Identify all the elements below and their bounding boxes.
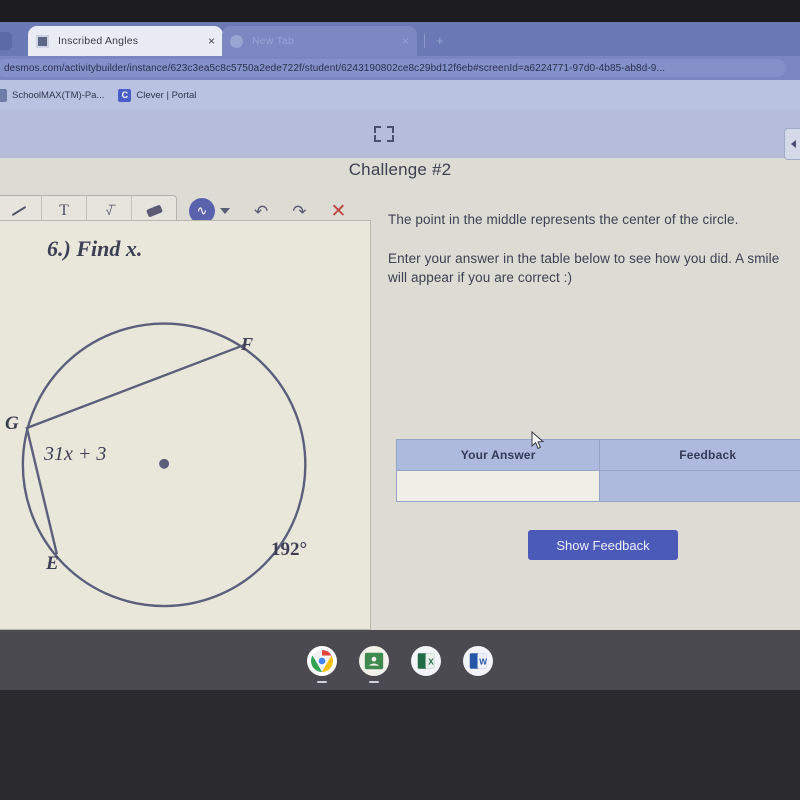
- table-row: [395, 470, 800, 502]
- tab-strip: Inscribed Angles × New Tab × +: [0, 22, 800, 56]
- bookmark-label: Clever | Portal: [136, 89, 197, 101]
- pen-icon: [11, 205, 27, 217]
- desmos-favicon-icon: [36, 34, 49, 48]
- instruction-paragraph-2: Enter your answer in the table below to …: [388, 251, 780, 286]
- eraser-icon: [145, 204, 163, 218]
- math-tool-label: √̅: [105, 204, 113, 218]
- arc-measure-label: 192°: [271, 539, 308, 560]
- browser-chrome: Inscribed Angles × New Tab × + desmos.co…: [0, 22, 800, 110]
- newtab-favicon-icon: [230, 34, 243, 48]
- running-indicator: [369, 681, 379, 683]
- figure-prompt: 6.) Find x.: [47, 236, 143, 261]
- tab-title: Inscribed Angles: [58, 35, 139, 47]
- instructions-panel: The point in the middle represents the c…: [388, 210, 800, 287]
- activity-top-bar: [0, 110, 800, 160]
- answer-input-cell[interactable]: [395, 470, 601, 502]
- point-label-E: E: [46, 553, 59, 574]
- tab-inscribed-angles[interactable]: Inscribed Angles ×: [28, 26, 223, 56]
- page-title: Challenge #2: [348, 160, 452, 179]
- word-icon[interactable]: W: [463, 646, 493, 676]
- chevron-left-icon: [790, 140, 796, 148]
- photo-of-screen: Inscribed Angles × New Tab × + desmos.co…: [0, 0, 800, 800]
- classroom-glyph: [364, 652, 384, 670]
- chromeos-shelf: X W: [0, 630, 800, 692]
- excel-icon[interactable]: X: [411, 646, 441, 676]
- text-tool-label: T: [59, 202, 69, 219]
- word-glyph: W: [469, 653, 487, 669]
- tab-close-icon[interactable]: ×: [402, 35, 409, 47]
- photo-bezel-bottom: [0, 690, 800, 800]
- point-label-F: F: [241, 334, 254, 354]
- point-label-G: G: [5, 413, 19, 434]
- angle-expression-label: 31x + 3: [44, 443, 107, 465]
- bookmark-label: SchoolMAX(TM)-Pa...: [12, 89, 105, 101]
- table-header-row: Your Answer Feedback: [395, 439, 800, 471]
- running-indicator: [317, 681, 327, 683]
- bookmark-clever[interactable]: C Clever | Portal: [118, 88, 197, 102]
- excel-glyph: X: [417, 653, 435, 669]
- chevron-down-icon[interactable]: [220, 208, 230, 214]
- bookmark-schoolmax[interactable]: SchoolMAX(TM)-Pa...: [0, 88, 105, 102]
- column-header-your-answer: Your Answer: [395, 439, 601, 471]
- shelf-icon-row: X W: [0, 630, 800, 692]
- address-bar[interactable]: desmos.com/activitybuilder/instance/623c…: [0, 56, 800, 80]
- redo-button[interactable]: ↷: [292, 203, 306, 220]
- tab-new-tab[interactable]: New Tab ×: [222, 26, 417, 56]
- chrome-glyph: [311, 650, 333, 672]
- show-feedback-button[interactable]: Show Feedback: [528, 530, 678, 560]
- google-classroom-icon[interactable]: [359, 646, 389, 683]
- url-text: desmos.com/activitybuilder/instance/623c…: [4, 62, 666, 74]
- bookmarks-bar: SchoolMAX(TM)-Pa... C Clever | Portal: [0, 80, 800, 110]
- panel-expand-button[interactable]: [784, 128, 800, 160]
- tab-overflow-edge: [0, 32, 12, 50]
- new-tab-button[interactable]: +: [436, 34, 444, 47]
- feedback-cell: [599, 470, 800, 502]
- center-point: [159, 458, 170, 469]
- squiggle-icon: ∿: [196, 203, 208, 218]
- column-header-feedback: Feedback: [599, 439, 800, 471]
- close-sketch-button[interactable]: ✕: [331, 202, 347, 221]
- mouse-cursor: [531, 431, 545, 450]
- answer-table: Your Answer Feedback: [395, 439, 800, 502]
- instruction-paragraph-1: The point in the middle represents the c…: [388, 212, 739, 227]
- photo-bezel-top: [0, 0, 800, 24]
- clever-icon: C: [118, 88, 132, 102]
- desmos-activity-page: Challenge #2 T √̅ ∿ ↶ ↷ ✕ 6.) Find x. F …: [0, 110, 800, 630]
- tab-close-icon[interactable]: ×: [208, 35, 215, 47]
- page-icon: [0, 88, 7, 102]
- sketch-canvas-panel[interactable]: 6.) Find x. F G E 31x + 3 192°: [0, 220, 371, 630]
- address-bar-input[interactable]: desmos.com/activitybuilder/instance/623c…: [0, 59, 786, 77]
- tab-title: New Tab: [252, 35, 295, 47]
- chrome-icon[interactable]: [307, 646, 337, 683]
- svg-text:W: W: [479, 658, 487, 667]
- undo-button[interactable]: ↶: [254, 203, 268, 220]
- svg-text:X: X: [428, 658, 434, 667]
- fullscreen-icon[interactable]: [374, 126, 394, 142]
- tab-divider: [424, 34, 425, 48]
